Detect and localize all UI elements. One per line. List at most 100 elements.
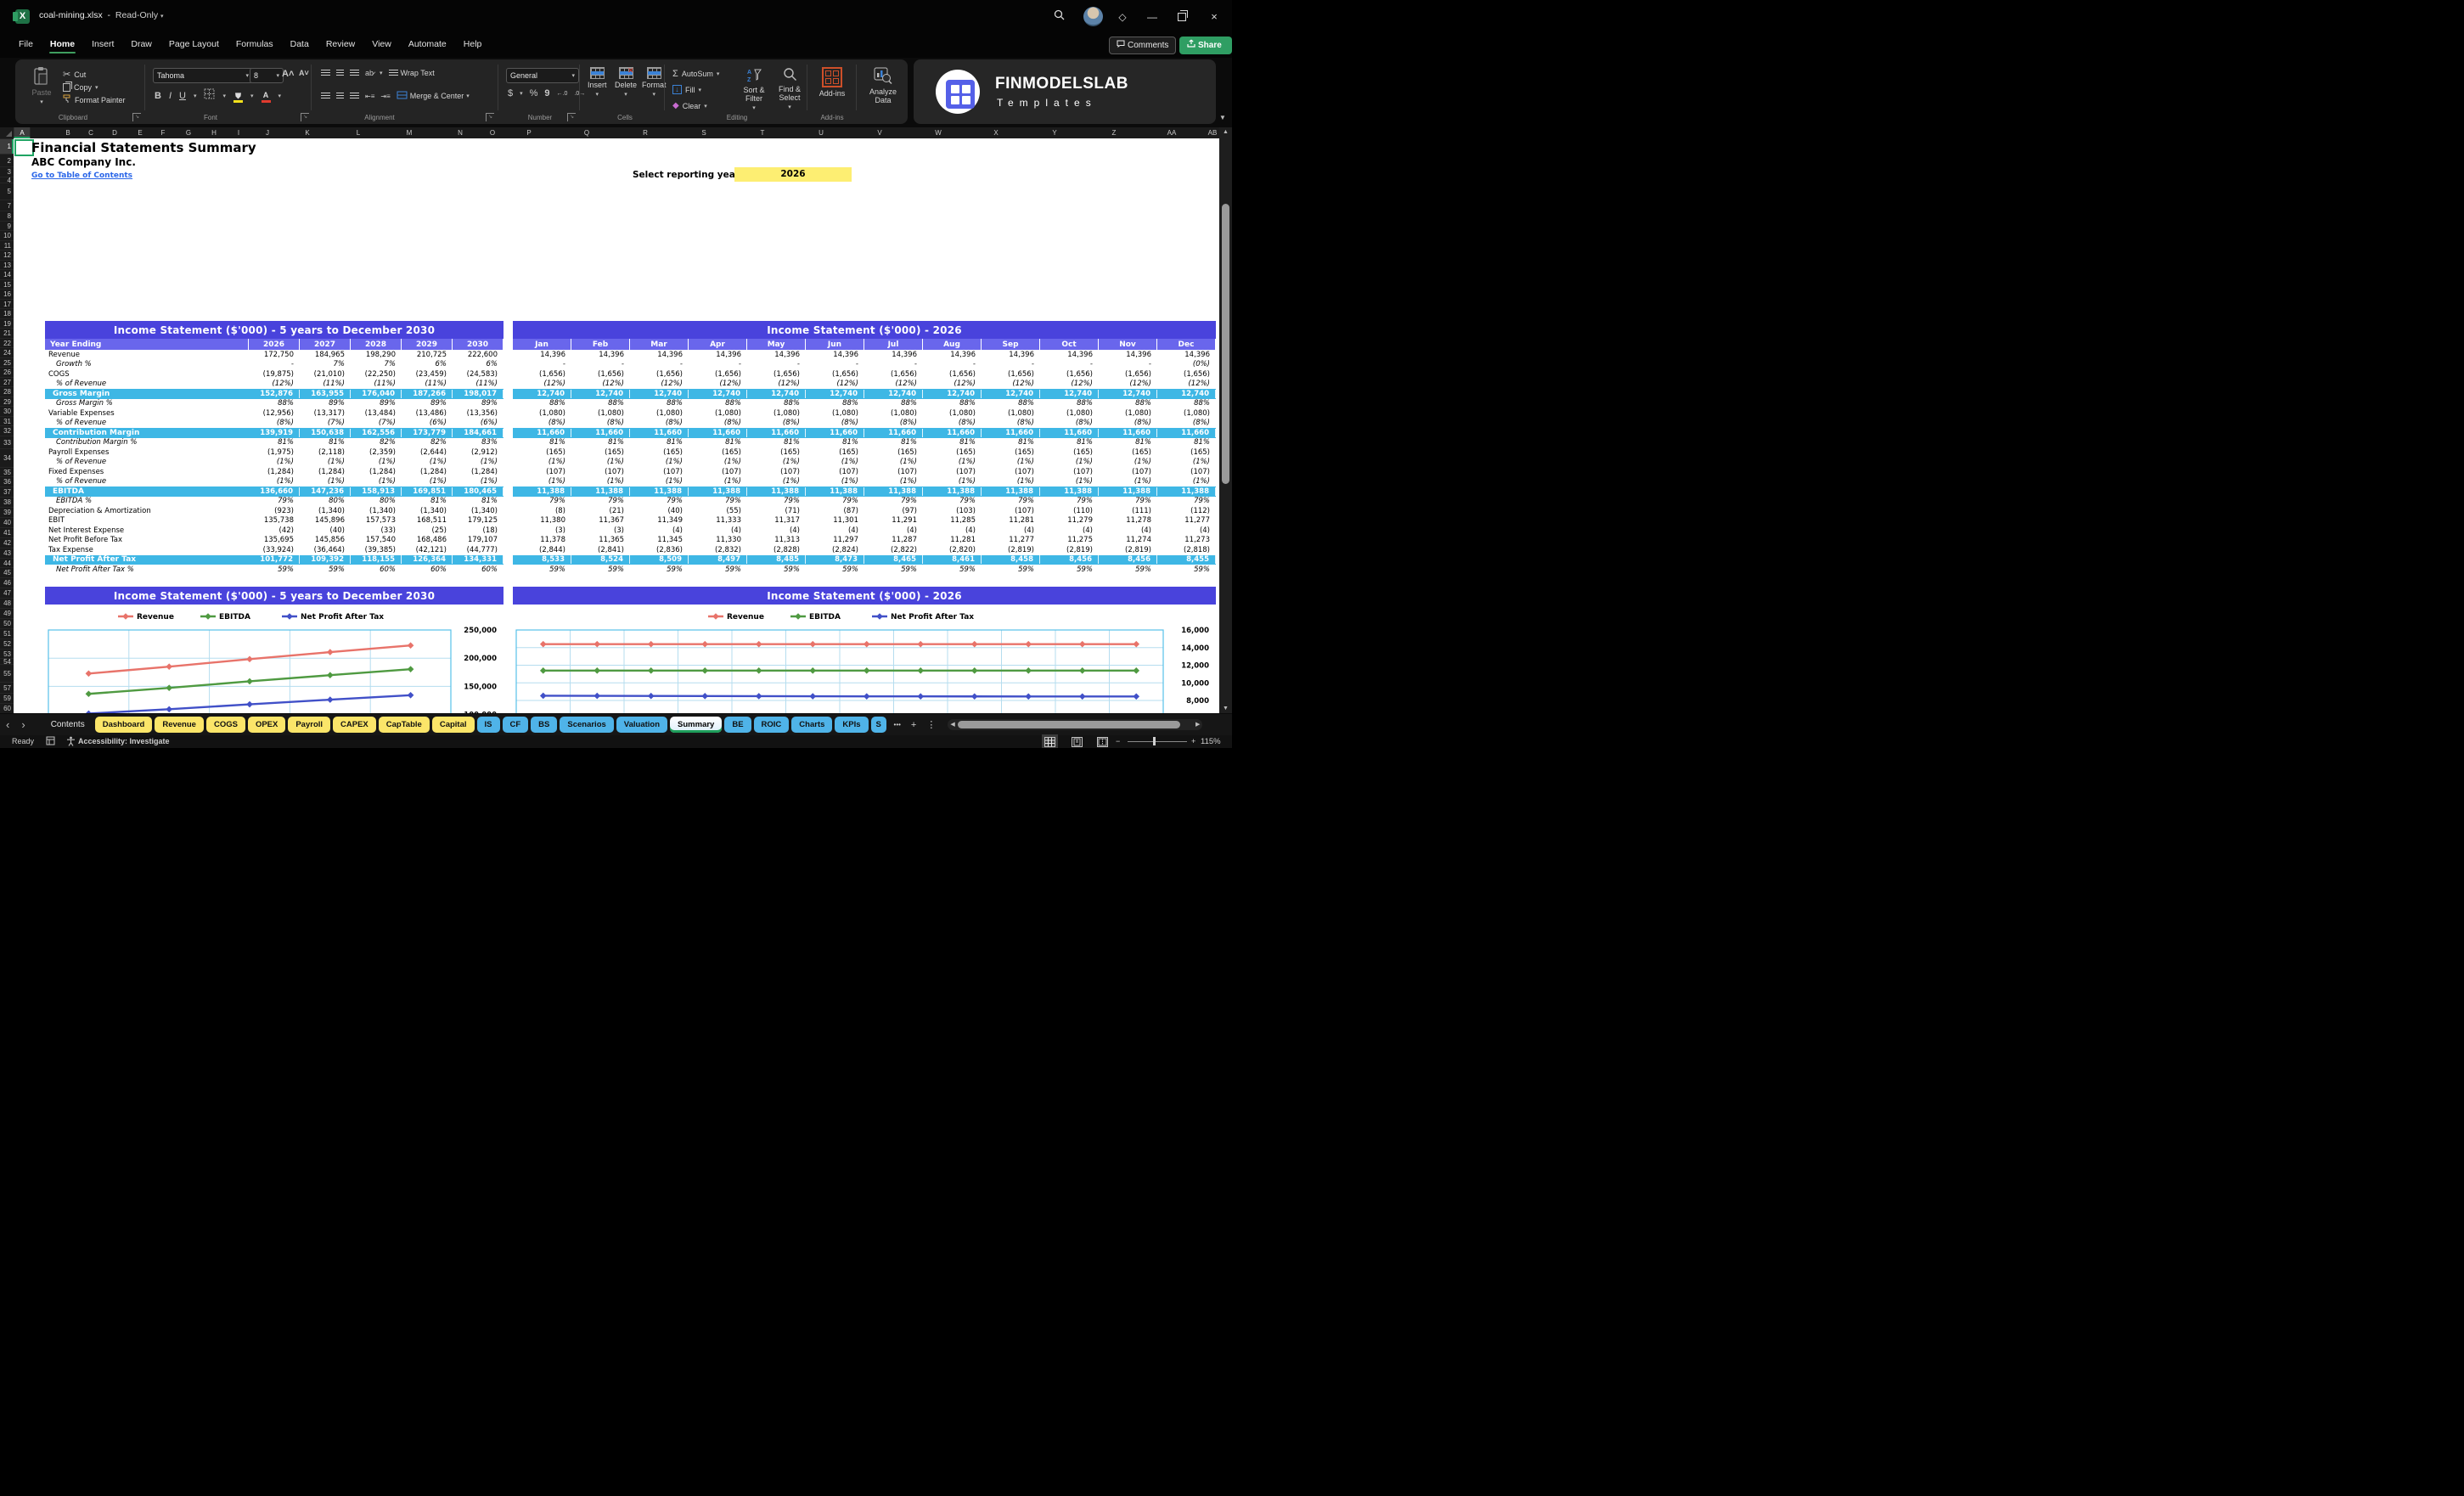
row-header-2[interactable]: 2 [0,154,14,166]
cell[interactable]: (12%) [1157,380,1216,388]
shrink-font-icon[interactable]: A˅ [299,69,309,77]
cell[interactable]: (1,080) [747,409,806,418]
row-header-24[interactable]: 24 [0,347,14,357]
cell[interactable]: 11,275 [1040,536,1099,544]
cell[interactable]: (2,836) [630,546,689,554]
comments-button[interactable]: Comments [1109,37,1177,54]
menu-tab-home[interactable]: Home [42,34,83,55]
column-header-E[interactable]: E [138,127,142,138]
cell[interactable]: 80% [300,497,351,505]
cell[interactable]: 81% [249,438,300,447]
ribbon-collapse-chevron-icon[interactable]: ▼ [1219,114,1226,121]
row-header-31[interactable]: 31 [0,415,14,426]
sheet-tab-revenue[interactable]: Revenue [155,717,204,733]
cell[interactable]: (1%) [1099,458,1157,466]
cell[interactable]: 11,388 [1157,486,1216,496]
zoom-slider-handle[interactable] [1153,737,1156,745]
cell[interactable]: 157,540 [351,536,402,544]
column-header-C[interactable]: C [88,127,93,138]
table-row-net-profit-after-tax-[interactable]: 59% 59% 59% 59% 59% 59% 59% 59% 59% 59% 59% 59% [513,565,1216,575]
cell[interactable]: (19,875) [249,370,300,379]
table-row-net-interest-expense[interactable]: Net Interest Expense (42) (40) (33) (25) (18) [45,526,503,536]
cell[interactable]: 59% [864,565,923,574]
cell[interactable]: (11%) [453,380,503,388]
cell[interactable]: 14,396 [1040,351,1099,359]
cell[interactable]: (12%) [864,380,923,388]
cell[interactable]: 145,896 [300,516,351,525]
select-all-corner[interactable] [0,127,14,138]
cell[interactable]: 11,278 [1099,516,1157,525]
cell[interactable]: (2,819) [982,546,1040,554]
menu-tab-insert[interactable]: Insert [83,34,122,55]
cell[interactable]: (107) [571,468,630,476]
table-row-ebitda[interactable]: EBITDA 136,660 147,236 158,913 169,851 180,46… [45,486,503,497]
cell[interactable]: (107) [747,468,806,476]
cell[interactable]: 179,107 [453,536,503,544]
cell[interactable]: 80% [351,497,402,505]
column-header-D[interactable]: D [112,127,117,138]
cell[interactable]: 135,738 [249,516,300,525]
table-of-contents-link[interactable]: Go to Table of Contents [31,172,132,180]
cell[interactable]: (1,656) [571,370,630,379]
cell[interactable]: - [1040,360,1099,368]
sheet-tab-s[interactable]: S [870,717,886,733]
sheet-tab-opex[interactable]: OPEX [247,717,286,733]
row-header-26[interactable]: 26 [0,367,14,377]
cell[interactable]: 152,876 [249,389,300,398]
search-icon[interactable] [1050,8,1067,25]
table-row-contribution-margin-[interactable]: 81% 81% 81% 81% 81% 81% 81% 81% 81% 81% 81% 81% [513,438,1216,448]
cell[interactable]: 79% [630,497,689,505]
cell[interactable]: 88% [689,399,747,408]
cell[interactable]: 14,396 [513,351,571,359]
cell[interactable]: 150,638 [300,428,351,437]
cell[interactable]: (1,080) [923,409,982,418]
sheet-tab-cf[interactable]: CF [502,717,529,733]
cell[interactable]: (1,080) [1040,409,1099,418]
table-row-gross-margin-[interactable]: 88% 88% 88% 88% 88% 88% 88% 88% 88% 88% 88% 88% [513,399,1216,409]
table-row-growth-[interactable]: Growth % -7% 7% 6% 6% [45,360,503,370]
table-row--of-revenue[interactable]: % of Revenue (12%) (11%) (11%) (11%) (11%) [45,380,503,390]
menu-tab-automate[interactable]: Automate [400,34,455,55]
sheet-tab-capex[interactable]: CAPEX [333,717,376,733]
cell[interactable]: 59% [806,565,864,574]
cell[interactable]: (2,644) [402,448,453,457]
cell[interactable]: (4) [864,526,923,535]
grow-font-icon[interactable]: A˄ [282,69,294,79]
column-header-A[interactable]: A [14,127,31,138]
column-header-G[interactable]: G [186,127,191,138]
cell[interactable]: (1,340) [453,507,503,515]
page-layout-view-icon[interactable] [1072,736,1083,747]
cell[interactable]: (107) [806,468,864,476]
row-header-14[interactable]: 14 [0,269,14,279]
cell[interactable]: 81% [982,438,1040,447]
menu-tab-file[interactable]: File [10,34,42,55]
cell[interactable]: (165) [1040,448,1099,457]
cell[interactable]: 59% [747,565,806,574]
row-header-35[interactable]: 35 [0,466,14,477]
cell[interactable]: 88% [864,399,923,408]
row-header-49[interactable]: 49 [0,607,14,618]
cell[interactable]: 184,661 [453,428,503,437]
cell[interactable]: 184,965 [300,351,351,359]
cell[interactable]: 11,367 [571,516,630,525]
cell[interactable]: (13,356) [453,409,503,418]
cell[interactable]: 88% [1099,399,1157,408]
paste-button[interactable]: Paste ▾ [27,66,56,107]
accessibility-icon[interactable] [66,736,76,746]
cell[interactable]: (8%) [630,419,689,427]
cell[interactable]: (2,841) [571,546,630,554]
cell[interactable]: 14,396 [571,351,630,359]
cell[interactable]: (1%) [923,458,982,466]
cell[interactable]: 88% [806,399,864,408]
cell[interactable]: 11,388 [1040,486,1099,496]
cell[interactable]: (1,080) [806,409,864,418]
sheet-tab-captable[interactable]: CapTable [378,717,430,733]
cell[interactable]: 126,364 [402,555,453,565]
close-button[interactable]: × [1206,8,1223,25]
vertical-scrollbar[interactable]: ▲ ▼ [1219,127,1232,713]
row-header-50[interactable]: 50 [0,617,14,628]
cell[interactable]: 81% [747,438,806,447]
row-header-45[interactable]: 45 [0,567,14,577]
sheet-options-kebab-icon[interactable]: ⋮ [921,719,941,730]
cell[interactable]: (12%) [1040,380,1099,388]
